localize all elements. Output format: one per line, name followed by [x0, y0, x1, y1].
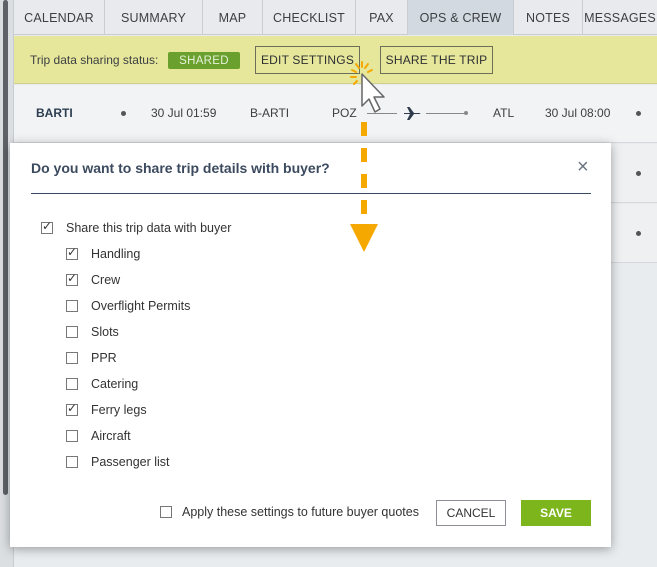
- trip-from: POZ: [332, 106, 357, 120]
- tab-map[interactable]: MAP: [203, 0, 263, 35]
- modal-divider: [31, 193, 591, 194]
- airplane-icon: [404, 107, 421, 120]
- trip-arrival-time: 30 Jul 08:00: [545, 106, 611, 120]
- close-icon[interactable]: ×: [577, 157, 589, 177]
- route-line: [367, 113, 397, 114]
- future-quotes-checkbox[interactable]: [160, 506, 172, 518]
- catering-checkbox[interactable]: [66, 378, 78, 390]
- trip-departure-time: 30 Jul 01:59: [151, 106, 217, 120]
- save-button[interactable]: SAVE: [521, 500, 591, 526]
- slots-checkbox[interactable]: [66, 326, 78, 338]
- handling-checkbox[interactable]: [66, 245, 78, 260]
- ferry-legs-checkbox[interactable]: [66, 401, 78, 416]
- passenger-list-checkbox[interactable]: [66, 456, 78, 468]
- sharing-status-label: Trip data sharing status:: [30, 53, 159, 67]
- route-line: [426, 113, 466, 114]
- trip-row[interactable]: BARTI 30 Jul 01:59 B-ARTI POZ ATL 30 Jul…: [14, 85, 657, 143]
- overflight-permits-label: Overflight Permits: [91, 299, 191, 313]
- route-end-dot: [464, 111, 468, 115]
- tab-calendar[interactable]: CALENDAR: [14, 0, 105, 35]
- tab-pax[interactable]: PAX: [356, 0, 408, 35]
- tab-checklist[interactable]: CHECKLIST: [263, 0, 356, 35]
- ppr-checkbox[interactable]: [66, 352, 78, 364]
- trip-name: BARTI: [36, 106, 73, 120]
- trip-aircraft: B-ARTI: [250, 106, 290, 120]
- trip-sharing-bar: Trip data sharing status: SHARED EDIT SE…: [14, 36, 657, 84]
- tab-ops-crew[interactable]: OPS & CREW: [408, 0, 514, 35]
- edit-settings-button[interactable]: EDIT SETTINGS: [255, 46, 360, 74]
- tab-bar: CALENDAR SUMMARY MAP CHECKLIST PAX OPS &…: [14, 0, 657, 35]
- share-trip-modal: Do you want to share trip details with b…: [10, 143, 611, 547]
- future-quotes-label: Apply these settings to future buyer quo…: [182, 505, 419, 519]
- aircraft-checkbox[interactable]: [66, 430, 78, 442]
- overflight-permits-checkbox[interactable]: [66, 300, 78, 312]
- tab-notes[interactable]: NOTES: [514, 0, 583, 35]
- share-trip-data-checkbox[interactable]: [41, 219, 53, 234]
- status-badge: SHARED: [168, 52, 240, 69]
- share-trip-button[interactable]: SHARE THE TRIP: [380, 46, 493, 74]
- crew-checkbox[interactable]: [66, 271, 78, 286]
- ferry-legs-label: Ferry legs: [91, 403, 147, 417]
- cancel-button[interactable]: CANCEL: [436, 500, 506, 526]
- tab-messages[interactable]: MESSAGES: [583, 0, 657, 35]
- tab-summary[interactable]: SUMMARY: [105, 0, 203, 35]
- share-trip-data-label: Share this trip data with buyer: [66, 221, 232, 235]
- ppr-label: PPR: [91, 351, 117, 365]
- slots-label: Slots: [91, 325, 119, 339]
- handling-label: Handling: [91, 247, 141, 261]
- aircraft-label: Aircraft: [91, 429, 131, 443]
- separator-dot: [636, 231, 641, 236]
- modal-title: Do you want to share trip details with b…: [31, 160, 330, 176]
- left-scrollbar[interactable]: [3, 0, 8, 495]
- passenger-list-label: Passenger list: [91, 455, 170, 469]
- separator-dot: [636, 171, 641, 176]
- separator-dot: [121, 111, 126, 116]
- catering-label: Catering: [91, 377, 139, 391]
- separator-dot: [636, 111, 641, 116]
- crew-label: Crew: [91, 273, 121, 287]
- trip-to: ATL: [493, 106, 515, 120]
